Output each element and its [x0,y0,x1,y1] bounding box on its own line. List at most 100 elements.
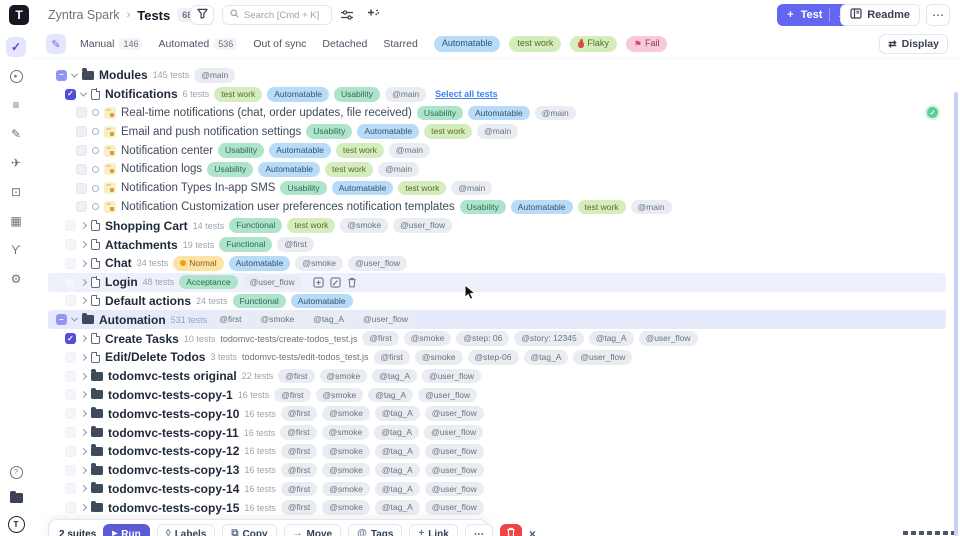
chevron-right-icon[interactable] [80,391,87,398]
tag-pill[interactable]: @first [281,406,317,421]
tag-pill[interactable]: @first [278,369,314,384]
tag-pill[interactable]: test work [578,200,626,215]
suite-row[interactable]: Shopping Cart14 testsFunctionaltest work… [48,216,946,235]
tag-pill[interactable]: @first [212,312,248,327]
delete-icon[interactable] [347,277,357,288]
tag-pill[interactable]: Automatable [511,200,573,215]
tag-pill[interactable]: @user_flow [425,482,484,497]
tag-pill[interactable]: @tag_A [368,388,413,403]
folder-row[interactable]: todomvc-tests-copy-116 tests@first@smoke… [48,386,946,405]
tag-pill[interactable]: @tag_A [375,463,420,478]
folder-row[interactable]: todomvc-tests original22 tests@first@smo… [48,367,946,386]
chevron-right-icon[interactable] [80,297,87,304]
folder-row[interactable]: todomvc-tests-copy-1316 tests@first@smok… [48,461,946,480]
node-title[interactable]: todomvc-tests-copy-13 [108,463,239,477]
checkbox[interactable]: – [56,70,67,81]
add-sparkle-icon[interactable] [366,7,380,26]
tag-pill[interactable]: Usability [280,181,326,196]
tag-pill[interactable]: @user_flow [356,312,415,327]
tag-pill[interactable]: @tag_A [375,482,420,497]
tag-pill[interactable]: @smoke [322,463,370,478]
checkbox[interactable] [76,164,87,175]
chevron-right-icon[interactable] [80,260,87,267]
folder-row[interactable]: –Automation531 tests@first@smoke@tag_A@u… [48,310,946,329]
node-title[interactable]: todomvc-tests-copy-14 [108,482,239,496]
node-title[interactable]: todomvc-tests original [108,369,237,383]
tag-pill[interactable]: @user_flow [425,500,484,515]
add-icon[interactable] [313,277,324,288]
sidebar-item-reports-icon[interactable]: ▦ [6,211,26,231]
tag-pill[interactable]: Automatable [269,143,331,158]
tag-pill[interactable]: @user_flow [573,350,632,365]
tags-button[interactable]: @Tags [348,524,402,536]
test-status-circle[interactable] [92,166,99,173]
tag-pill[interactable]: Usability [218,143,264,158]
chevron-right-icon[interactable] [80,373,87,380]
sidebar-item-plans-icon[interactable]: ≡ [6,95,26,115]
chevron-right-icon[interactable] [80,354,87,361]
test-status-circle[interactable] [92,128,99,135]
tag-pill[interactable]: @main [389,143,430,158]
breadcrumb-project[interactable]: Zyntra Spark [48,8,120,22]
chevron-right-icon[interactable] [80,448,87,455]
tag-pill[interactable]: @story: 12345 [514,331,583,346]
readme-button[interactable]: Readme [840,4,920,26]
tag-pill[interactable]: Functional [233,294,286,309]
sidebar-item-import-icon[interactable]: ⊡ [6,182,26,202]
test-title[interactable]: Notification Customization user preferen… [121,201,455,213]
tag-pill[interactable]: @smoke [316,388,364,403]
test-row[interactable]: Email and push notification settingsUsab… [48,122,946,141]
sidebar-item-runs-icon[interactable]: ▸ [6,66,26,86]
test-row[interactable]: Notification Customization user preferen… [48,198,946,217]
tag-pill[interactable]: Usability [417,106,463,121]
tag-pill[interactable]: @tag_A [375,444,420,459]
sidebar-item-help-icon[interactable]: ? [6,462,26,482]
suite-row[interactable]: ✓Notifications6 teststest workAutomatabl… [48,85,946,104]
suite-row[interactable]: Edit/Delete Todos3 teststodomvc-tests/ed… [48,348,946,367]
tag-pill[interactable]: @main [385,87,426,102]
checkbox[interactable] [76,201,87,212]
tag-pill[interactable]: @main [477,124,518,139]
test-status-circle[interactable] [92,203,99,210]
tag-pill[interactable]: @first [281,482,317,497]
tag-pill[interactable]: @smoke [322,500,370,515]
node-title[interactable]: todomvc-tests-copy-1 [108,388,233,402]
node-title[interactable]: todomvc-tests-copy-11 [108,426,239,440]
checkbox[interactable] [65,277,76,288]
tag-pill[interactable]: @main [631,200,672,215]
checkbox[interactable] [65,465,76,476]
tag-pill[interactable]: Usability [207,162,253,177]
test-title[interactable]: Notification center [121,145,213,157]
tag-pill[interactable]: test work [398,181,446,196]
edit-icon[interactable] [330,277,341,288]
folder-row[interactable]: todomvc-tests-copy-1516 tests@first@smok… [48,498,946,517]
checkbox[interactable] [76,107,87,118]
tag-pill[interactable]: @smoke [404,331,452,346]
checkbox[interactable]: – [56,314,67,325]
tag-pill[interactable]: @smoke [295,256,343,271]
tag-pill[interactable]: @tag_A [375,406,420,421]
checkbox[interactable] [65,352,76,363]
run-button[interactable]: ▸Run [103,524,149,536]
test-row[interactable]: Notification Types In-app SMSUsabilityAu… [48,179,946,198]
tag-pill[interactable]: @smoke [320,369,368,384]
tag-pill[interactable]: @step-06 [468,350,519,365]
checkbox[interactable] [76,126,87,137]
tag-pill[interactable]: test work [424,124,472,139]
chevron-right-icon[interactable] [80,241,87,248]
checkbox[interactable] [65,295,76,306]
node-title[interactable]: todomvc-tests-copy-15 [108,501,239,515]
close-icon[interactable]: × [529,527,536,536]
tag-pill[interactable]: Functional [219,237,272,252]
folder-row[interactable]: todomvc-tests-copy-1116 tests@first@smok… [48,423,946,442]
filter-tag-pill[interactable]: Flaky [570,36,617,52]
sidebar-item-pulse-icon[interactable]: ✈ [6,153,26,173]
tag-pill[interactable]: @tag_A [375,500,420,515]
node-title[interactable]: Automation [99,313,166,327]
chevron-right-icon[interactable] [80,429,87,436]
tag-pill[interactable]: Automatable [229,256,291,271]
filter-tag-pill[interactable]: test work [509,36,561,52]
tag-pill[interactable]: Acceptance [179,275,237,290]
node-title[interactable]: Create Tasks [105,332,179,346]
tag-pill[interactable]: @tag_A [589,331,634,346]
